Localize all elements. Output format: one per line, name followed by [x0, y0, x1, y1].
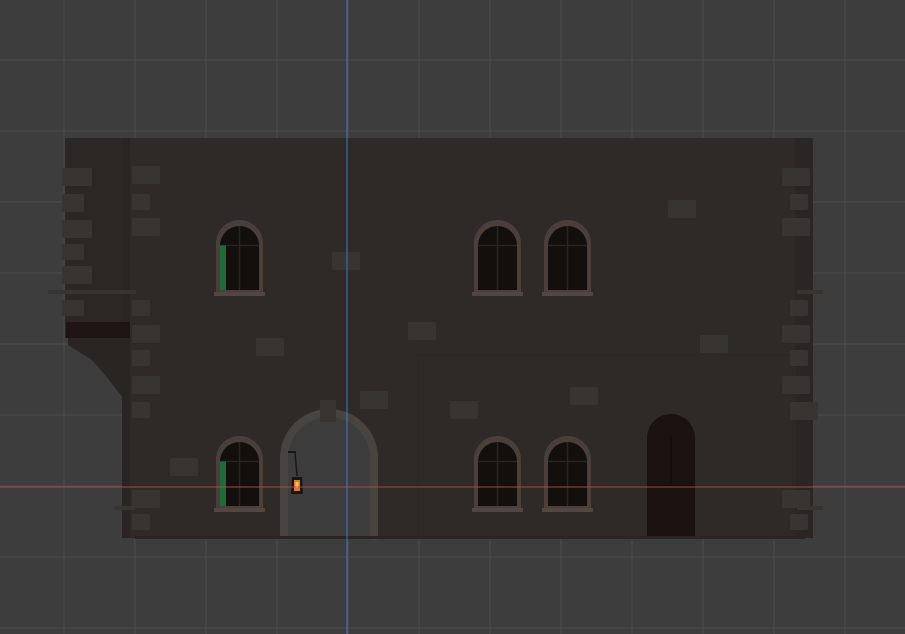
arched-window — [214, 220, 265, 296]
stone-block — [62, 266, 92, 284]
stone-block — [790, 402, 818, 420]
stone-block — [62, 168, 92, 186]
stone-block — [668, 200, 696, 218]
stone-block — [62, 244, 84, 260]
green-shutter — [220, 245, 226, 290]
arched-window — [214, 435, 265, 512]
stone-block — [782, 218, 810, 236]
green-shutter — [220, 461, 226, 506]
arched-window — [472, 220, 523, 296]
stone-block — [132, 325, 160, 343]
arched-window — [542, 435, 593, 512]
stone-block — [62, 300, 84, 316]
stone-block — [782, 490, 810, 508]
door — [647, 414, 695, 537]
stone-block — [132, 300, 150, 316]
viewport-canvas[interactable] — [0, 0, 905, 634]
stone-block — [170, 458, 198, 476]
stone-block — [132, 490, 160, 508]
foundation-notches — [135, 536, 805, 539]
stone-block — [360, 391, 388, 409]
stone-block — [132, 218, 160, 236]
stone-block — [790, 300, 808, 316]
stone-block — [132, 350, 150, 366]
stone-block — [790, 350, 808, 366]
stone-block — [62, 220, 92, 238]
stone-block — [132, 514, 150, 530]
stone-block — [782, 325, 810, 343]
stone-block — [132, 402, 150, 418]
stone-block — [782, 168, 810, 186]
stone-block — [256, 338, 284, 356]
3d-viewport[interactable] — [0, 0, 905, 634]
stone-block — [408, 322, 436, 340]
stone-block — [132, 376, 160, 394]
arched-window — [472, 435, 523, 512]
stone-block — [450, 401, 478, 419]
stone-block — [570, 387, 598, 405]
arched-window — [542, 220, 593, 296]
stone-block — [790, 514, 808, 530]
stone-block — [132, 166, 160, 184]
stone-block — [700, 335, 728, 353]
stone-block — [332, 252, 360, 270]
stone-block — [132, 194, 150, 210]
stone-block — [782, 376, 810, 394]
stone-block — [790, 194, 808, 210]
stone-block — [62, 194, 84, 212]
